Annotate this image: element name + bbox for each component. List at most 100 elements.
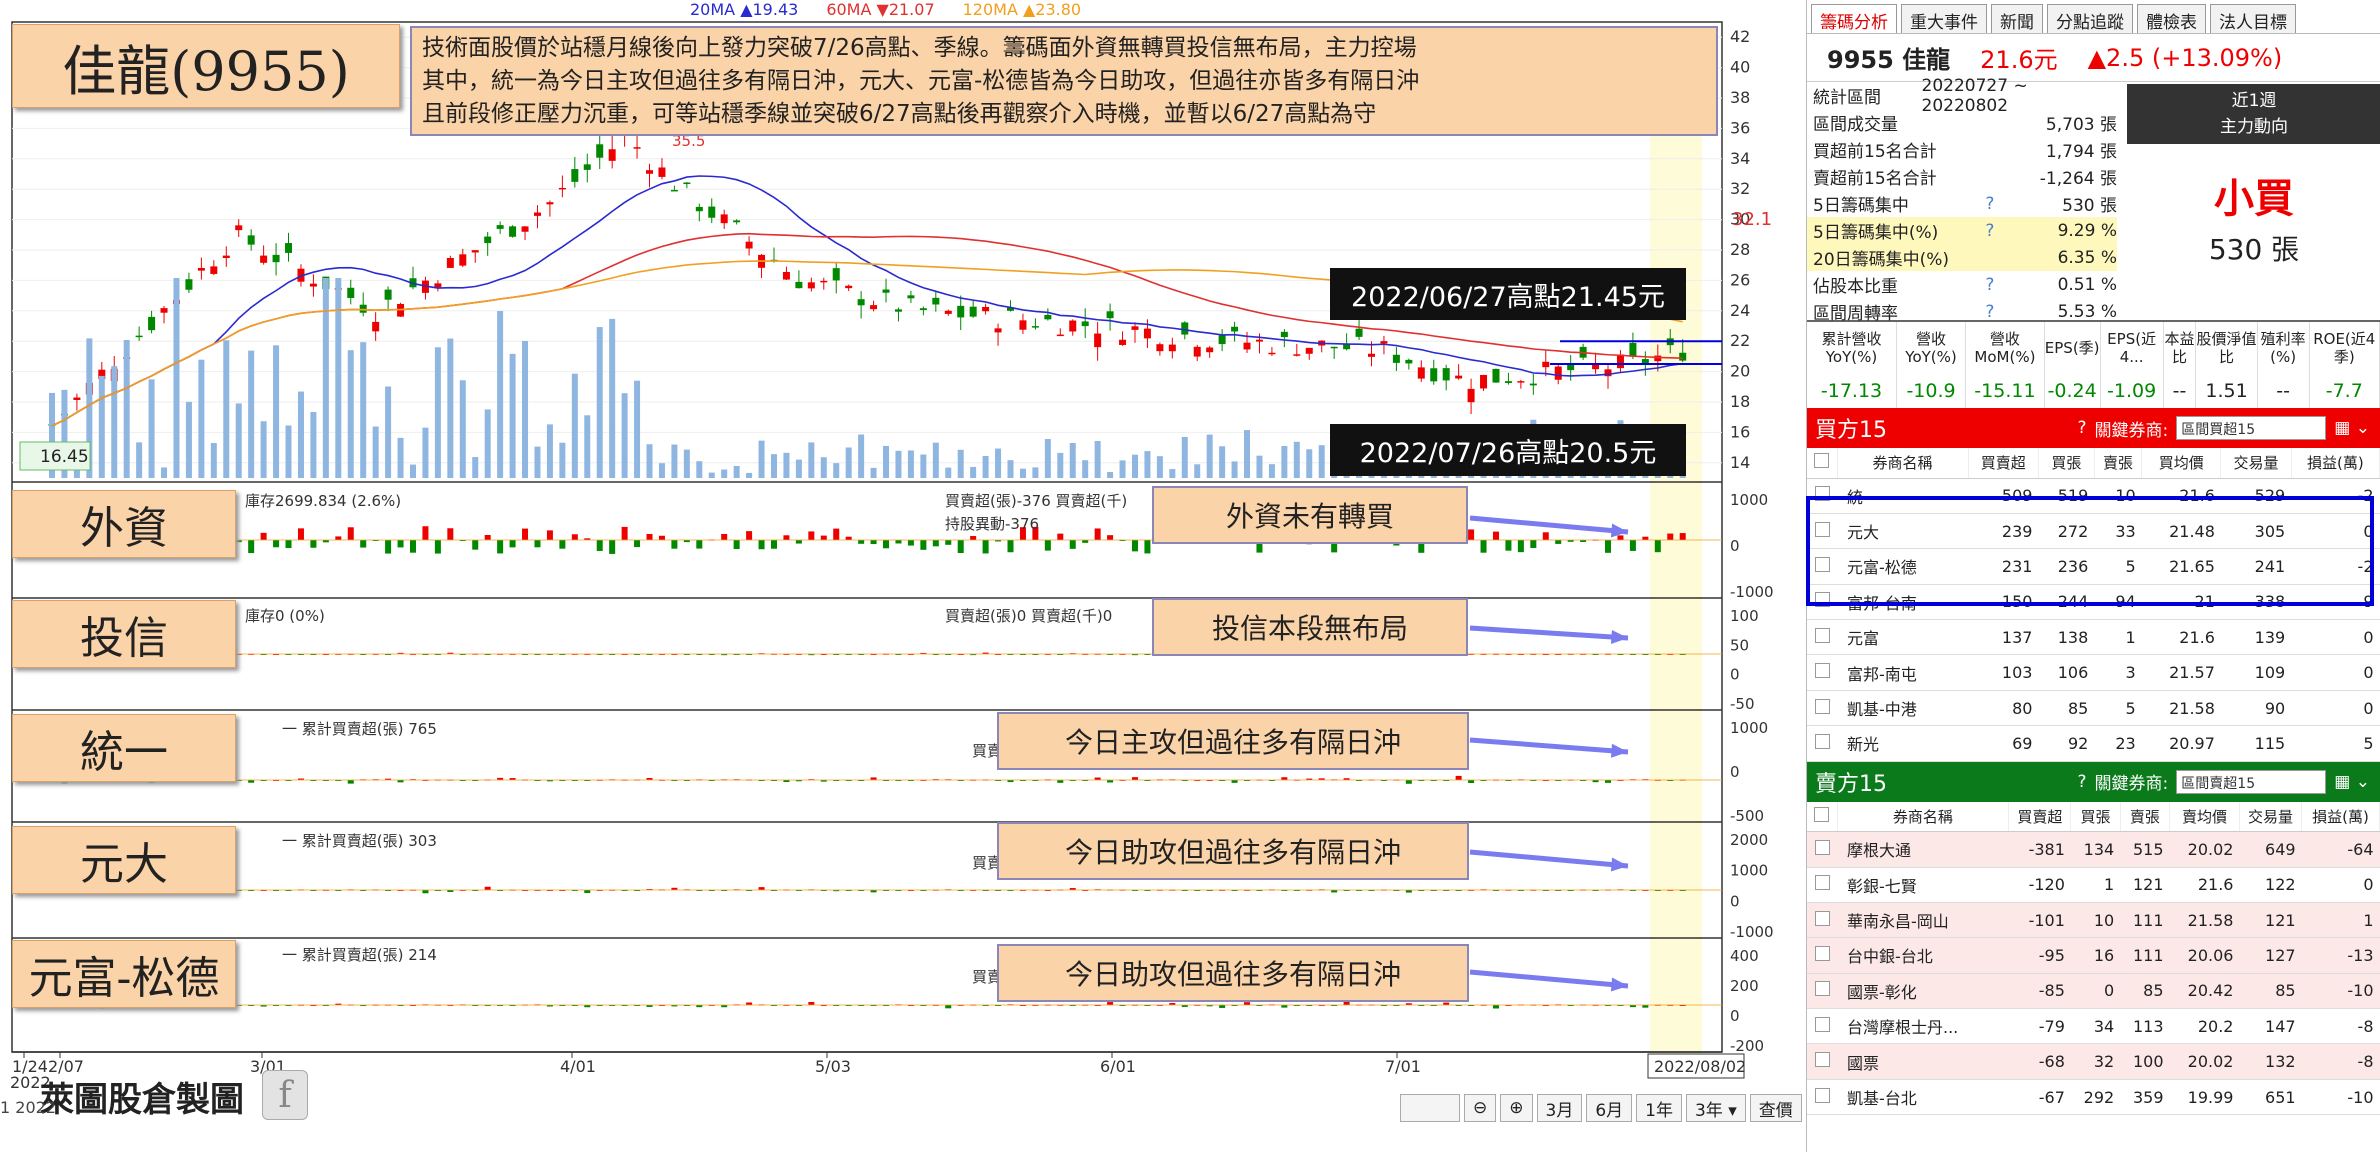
query-price-button[interactable]: 查價 (1749, 1094, 1802, 1122)
tab-chip-analysis[interactable]: 籌碼分析 (1811, 4, 1897, 33)
period-6m-button[interactable]: 6月 (1586, 1094, 1633, 1122)
col-header[interactable]: 券商名稱 (1837, 801, 2010, 833)
row-checkbox[interactable] (1807, 973, 1837, 1010)
help-icon[interactable]: ? (2078, 418, 2087, 438)
fin-header: 本益比 (2163, 322, 2197, 374)
col-header[interactable]: 買張 (2038, 448, 2095, 479)
candle-body (1442, 368, 1450, 381)
col-header[interactable]: 買張 (2070, 801, 2121, 833)
help-icon[interactable]: ? (1962, 302, 2018, 322)
table-row[interactable]: 凱基-台北 -67 292 359 19.99 651 -10 (1807, 1079, 2380, 1116)
watermark: 萊圖股倉製圖 (40, 1080, 244, 1120)
period-3m-button[interactable]: 3月 (1536, 1094, 1583, 1122)
quote-change: ▲2.5 (+13.09%) (2087, 43, 2283, 72)
table-row[interactable]: 國票-彰化 -85 0 85 20.42 85 -10 (1807, 973, 2380, 1010)
sell-range-select[interactable]: 區間賣超15 (2176, 769, 2327, 794)
period-1y-button[interactable]: 1年 (1636, 1094, 1682, 1122)
col-header[interactable]: 買賣超 (2008, 801, 2072, 833)
panel-bar (808, 531, 815, 540)
select-all-checkbox[interactable] (1807, 448, 1838, 479)
candle-body (1218, 335, 1226, 345)
row-checkbox[interactable] (1807, 902, 1837, 939)
table-row[interactable]: 富邦-南屯 103 106 3 21.57 109 0 (1807, 654, 2380, 691)
col-header[interactable]: 賣均價 (2169, 801, 2240, 833)
panel-tick-label: -200 (1730, 1037, 1764, 1055)
cell: 20.42 (2169, 973, 2240, 1010)
panel-bar (883, 540, 890, 549)
col-header[interactable]: 損益(萬) (2301, 801, 2380, 833)
date-input[interactable] (1400, 1094, 1460, 1122)
ma-legend: 20MA ▲19.43 60MA ▼21.07 120MA ▲23.80 (690, 0, 1081, 19)
table-row[interactable]: 台灣摩根士丹... -79 34 113 20.2 147 -8 (1807, 1008, 2380, 1045)
cell: 90 (2220, 690, 2292, 727)
select-all-checkbox[interactable] (1807, 801, 1838, 833)
panel-info: 一 累計買賣超(張) 303 (282, 832, 437, 850)
col-header[interactable]: 損益(萬) (2291, 448, 2380, 479)
cell: 85 (2239, 973, 2302, 1010)
col-header[interactable]: 買賣超 (1968, 448, 2039, 479)
financial-table: 累計營收YoY(%) 營收YoY(%) 營收MoM(%) EPS(季) EPS(近4..… (1807, 322, 2380, 408)
panel-bar (870, 540, 877, 545)
row-checkbox[interactable] (1807, 725, 1837, 762)
grid-icon[interactable]: ▦ ⌄ (2334, 418, 2370, 438)
callout-broker1: 今日主攻但過往多有隔日沖 (997, 712, 1469, 770)
zoom-out-icon[interactable]: ⊖ (1464, 1094, 1497, 1122)
tab-health-check[interactable]: 體檢表 (2137, 4, 2206, 33)
candle-body (907, 295, 915, 299)
stat-value: 5.53 % (2057, 301, 2117, 322)
col-header[interactable]: 交易量 (2239, 801, 2303, 833)
table-row[interactable]: 摩根大通 -381 134 515 20.02 649 -64 (1807, 831, 2380, 868)
cell: 21.6 (2169, 867, 2240, 903)
tab-news[interactable]: 新聞 (1991, 4, 2043, 33)
help-icon[interactable]: ? (1962, 275, 2018, 295)
help-icon[interactable]: ? (1962, 194, 2018, 214)
cell: -10 (2301, 973, 2380, 1010)
cell: 122 (2239, 867, 2302, 903)
row-checkbox[interactable] (1807, 1079, 1837, 1116)
period-3y-button[interactable]: 3年 ▾ (1685, 1094, 1746, 1122)
panel-bar (1667, 533, 1674, 540)
table-row[interactable]: 元富 137 138 1 21.6 139 0 (1807, 619, 2380, 656)
col-header[interactable]: 賣張 (2120, 801, 2171, 833)
table-row[interactable]: 國票 -68 32 100 20.02 132 -8 (1807, 1043, 2380, 1080)
panel-bar (472, 540, 479, 550)
table-row[interactable]: 新光 69 92 23 20.97 115 5 (1807, 725, 2380, 762)
row-checkbox[interactable] (1807, 1008, 1837, 1045)
main-force-header[interactable]: 近1週 主力動向 (2127, 84, 2380, 144)
stat-row: 買超前15名合計 1,794 張 (1807, 136, 2117, 163)
facebook-icon[interactable]: f (262, 1070, 308, 1120)
ma-legend-60: 60MA ▼21.07 (826, 0, 935, 19)
volume-bar (534, 446, 541, 478)
help-icon[interactable]: ? (2078, 772, 2087, 792)
tab-institution-target[interactable]: 法人目標 (2210, 4, 2296, 33)
chart-svg: 14161820222426283032343638404210000-1000… (10, 21, 1774, 1092)
row-checkbox[interactable] (1807, 619, 1837, 656)
row-checkbox[interactable] (1807, 831, 1837, 868)
candle-body (1206, 347, 1214, 353)
panel-bar (409, 540, 416, 553)
col-header[interactable]: 買均價 (2141, 448, 2222, 479)
row-checkbox[interactable] (1807, 937, 1837, 974)
tab-broker-tracking[interactable]: 分點追蹤 (2047, 4, 2133, 33)
cell: 111 (2120, 937, 2170, 974)
table-row[interactable]: 台中銀-台北 -95 16 111 20.06 127 -13 (1807, 937, 2380, 974)
row-checkbox[interactable] (1807, 1043, 1837, 1080)
table-row[interactable]: 彰銀-七賢 -120 1 121 21.6 122 0 (1807, 867, 2380, 903)
table-row[interactable]: 凱基-中港 80 85 5 21.58 90 0 (1807, 690, 2380, 727)
col-header[interactable]: 賣張 (2094, 448, 2143, 479)
tab-major-events[interactable]: 重大事件 (1901, 4, 1987, 33)
volume-bar (932, 442, 939, 478)
panel-bar (1281, 777, 1288, 780)
table-row[interactable]: 華南永昌-岡山 -101 10 111 21.58 121 1 (1807, 902, 2380, 939)
help-icon[interactable]: ? (1962, 221, 2018, 241)
row-checkbox[interactable] (1807, 654, 1837, 691)
grid-icon[interactable]: ▦ ⌄ (2334, 772, 2370, 792)
zoom-in-icon[interactable]: ⊕ (1500, 1094, 1533, 1122)
col-header[interactable]: 券商名稱 (1837, 448, 1969, 479)
panel-bar (1679, 533, 1686, 540)
row-checkbox[interactable] (1807, 867, 1837, 903)
col-header[interactable]: 交易量 (2220, 448, 2292, 479)
buy-range-select[interactable]: 區間買超15 (2176, 416, 2327, 440)
row-checkbox[interactable] (1807, 690, 1837, 727)
panel-bar (248, 540, 255, 554)
